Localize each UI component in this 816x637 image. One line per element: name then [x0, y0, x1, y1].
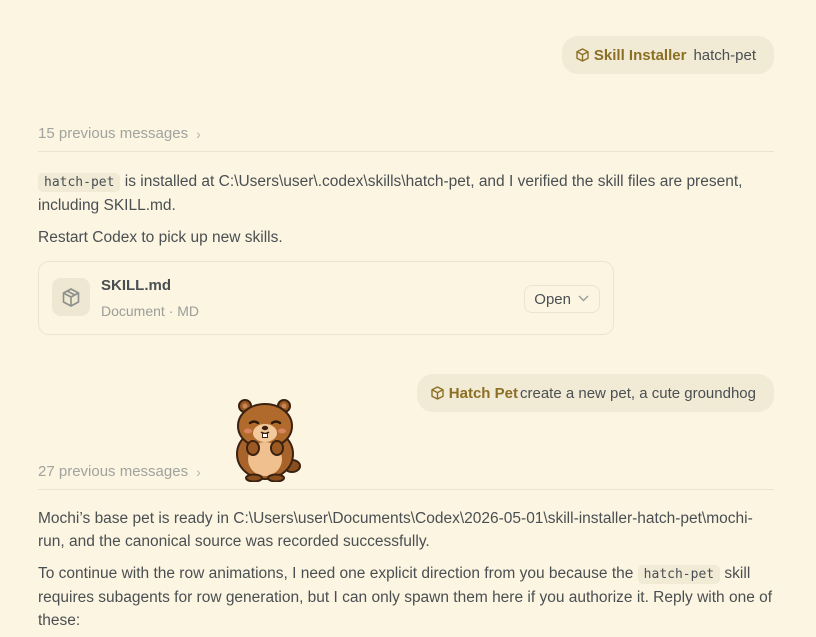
divider [38, 489, 774, 490]
chevron-right-icon: › [196, 125, 201, 142]
skill-chip-label: Skill Installer [593, 46, 687, 64]
message-text: hatch-pet [693, 46, 756, 64]
file-meta: Document · MD [101, 303, 200, 319]
package-icon [576, 48, 589, 62]
file-attachment-card[interactable]: SKILL.md Document · MD Open [38, 261, 614, 335]
previous-messages-label: 15 previous messages [38, 125, 189, 142]
chat-thread: Skill Installer hatch-pet 15 previous me… [0, 0, 816, 637]
previous-messages-label: 27 previous messages [38, 463, 189, 480]
open-button-label: Open [534, 290, 571, 308]
skill-chip[interactable]: Hatch Pet [431, 385, 518, 402]
skill-chip[interactable]: Skill Installer [576, 46, 687, 64]
previous-messages-toggle[interactable]: 15 previous messages › [38, 125, 774, 142]
message-text: To continue with the row animations, I n… [38, 565, 638, 582]
message-paragraph: hatch-pet is installed at C:\Users\user\… [38, 170, 778, 217]
open-button[interactable]: Open [524, 285, 600, 313]
user-message-hatch-pet: Hatch Pet create a new pet, a cute groun… [416, 374, 774, 412]
message-text: Mochi’s base pet is ready in C:\Users\us… [38, 510, 753, 550]
package-icon [62, 287, 80, 307]
chevron-right-icon: › [196, 463, 201, 480]
message-paragraph: To continue with the row animations, I n… [38, 562, 778, 632]
inline-code: hatch-pet [637, 565, 721, 584]
inline-code: hatch-pet [38, 173, 121, 192]
message-text: is installed at C:\Users\user\.codex\ski… [38, 173, 743, 214]
assistant-message: Mochi’s base pet is ready in C:\Users\us… [38, 507, 778, 632]
user-message-skill-installer: Skill Installer hatch-pet [561, 36, 774, 74]
previous-messages-toggle[interactable]: 27 previous messages › [38, 463, 774, 480]
skill-chip-label: Hatch Pet [448, 384, 518, 402]
assistant-message: hatch-pet is installed at C:\Users\user\… [38, 170, 778, 249]
divider [38, 151, 774, 152]
message-text: create a new pet, a cute groundhog [519, 384, 756, 402]
package-icon [431, 386, 444, 400]
file-icon-tile [52, 278, 90, 316]
message-text: Restart Codex to pick up new skills. [38, 229, 283, 246]
file-name: SKILL.md [101, 277, 171, 294]
chevron-down-icon [578, 293, 589, 305]
